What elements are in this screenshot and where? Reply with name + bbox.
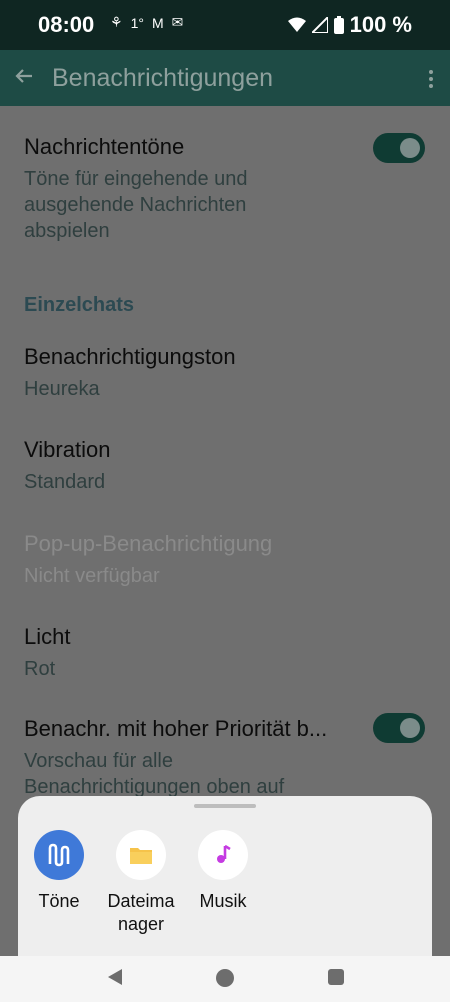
toggle-knob — [400, 138, 420, 158]
app-option-music[interactable]: Musik — [182, 830, 264, 913]
app-bar: Benachrichtigungen — [0, 50, 450, 106]
setting-title: Benachr. mit hoher Priorität b... — [24, 716, 328, 741]
overflow-menu-icon[interactable] — [428, 70, 434, 88]
navigation-bar — [0, 956, 450, 1002]
high-priority-toggle[interactable] — [373, 713, 425, 743]
nav-recents-icon[interactable] — [328, 969, 344, 985]
signal-icon — [311, 17, 328, 33]
setting-value: Heureka — [24, 378, 100, 400]
battery-percentage: 100 % — [349, 12, 412, 37]
music-note-icon — [198, 830, 248, 880]
app-option-label: Musik — [199, 891, 247, 911]
status-time: 08:00 — [38, 12, 95, 37]
setting-value: Nicht verfügbar — [24, 565, 160, 587]
setting-high-priority[interactable]: Benachr. mit hoher Priorität b... Vorsch… — [24, 716, 350, 800]
app-option-label: Dateima nager — [107, 891, 175, 934]
message-tones-toggle[interactable] — [373, 133, 425, 163]
accessibility-icon: ⚘ — [110, 14, 123, 30]
setting-title: Nachrichtentöne — [24, 134, 185, 159]
setting-title: Benachrichtigungston — [24, 344, 236, 369]
page-title: Benachrichtigungen — [52, 64, 273, 92]
status-notification-icons: ⚘ 1° M ✉ — [110, 14, 183, 31]
app-option-file-manager[interactable]: Dateima nager — [100, 830, 182, 936]
folder-icon — [116, 830, 166, 880]
setting-title: Licht — [24, 624, 71, 649]
setting-value: Rot — [24, 658, 56, 680]
nav-back-icon[interactable] — [106, 968, 124, 986]
setting-message-tones[interactable]: Nachrichtentöne Töne für eingehende und … — [24, 134, 426, 244]
sheet-drag-handle[interactable] — [194, 804, 256, 808]
app-option-label: Töne — [38, 891, 80, 911]
setting-subtitle: Vorschau für alle Benachrichtigungen obe… — [24, 750, 285, 798]
setting-light[interactable]: Licht Rot — [24, 624, 426, 682]
battery-icon — [333, 16, 344, 34]
setting-title: Pop-up-Benachrichtigung — [24, 531, 273, 556]
status-right: 100 % — [287, 12, 412, 38]
setting-vibration[interactable]: Vibration Standard — [24, 437, 426, 495]
back-arrow-icon[interactable] — [12, 64, 36, 88]
temperature-text: 1° — [130, 14, 144, 31]
setting-subtitle: Töne für eingehende und ausgehende Nachr… — [24, 168, 248, 242]
setting-title: Vibration — [24, 437, 111, 462]
toggle-knob — [400, 718, 420, 738]
setting-popup-notification: Pop-up-Benachrichtigung Nicht verfügbar — [24, 531, 426, 589]
nav-home-icon[interactable] — [216, 969, 234, 987]
setting-notification-tone[interactable]: Benachrichtigungston Heureka — [24, 344, 426, 402]
status-bar: 08:00 ⚘ 1° M ✉ 100 % — [0, 0, 450, 50]
section-header-single-chats: Einzelchats — [24, 294, 135, 316]
tones-icon — [34, 830, 84, 880]
gmail-icon: M — [151, 14, 164, 31]
app-option-tones[interactable]: Töne — [18, 830, 100, 913]
mail-icon: ✉ — [171, 14, 184, 30]
wifi-icon — [287, 17, 306, 32]
setting-value: Standard — [24, 471, 106, 493]
